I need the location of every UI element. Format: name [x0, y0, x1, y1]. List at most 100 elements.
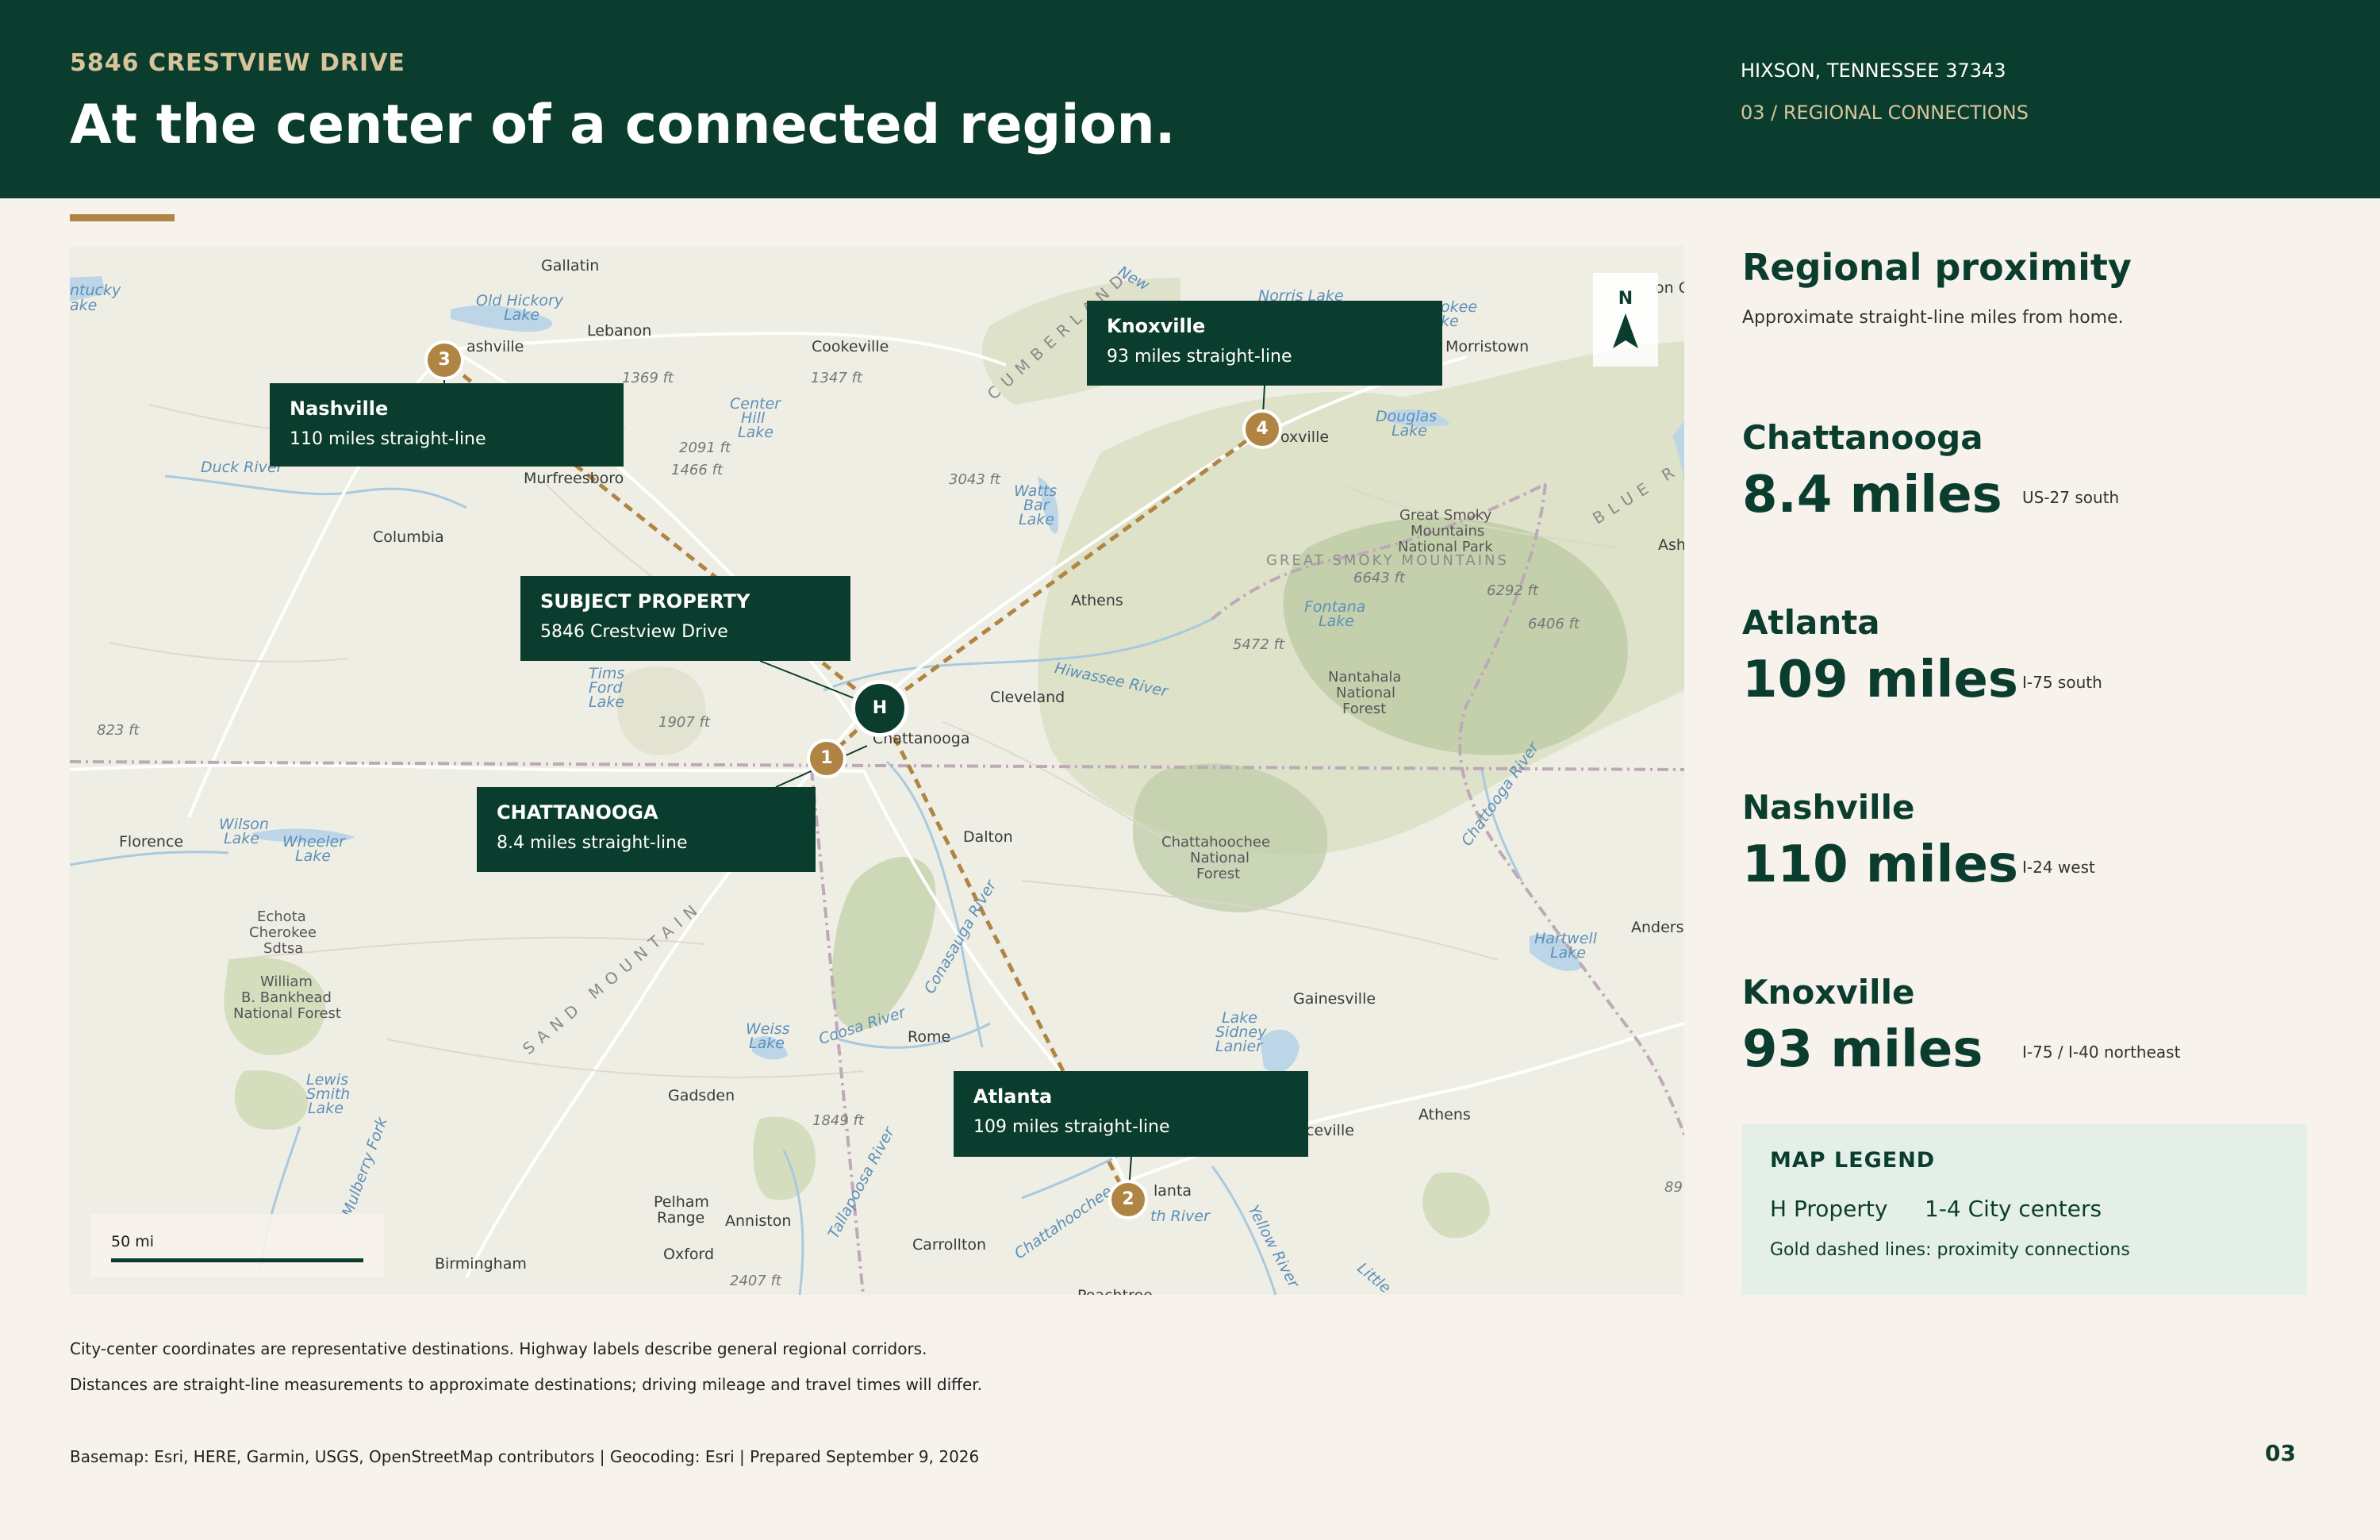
- label-nashville-map: ashville: [466, 338, 524, 355]
- label-wilson-2: Lake: [224, 830, 259, 847]
- callout-subject-property[interactable]: SUBJECT PROPERTY 5846 Crestview Drive: [520, 576, 850, 661]
- marker-3-nashville[interactable]: 3: [424, 340, 464, 380]
- label-fontana-2: Lake: [1319, 613, 1354, 630]
- label-douglas-2: Lake: [1392, 422, 1427, 440]
- marker-4-knoxville[interactable]: 4: [1242, 409, 1282, 449]
- label-smoky: Great Smoky: [1399, 507, 1492, 524]
- stat-value-atlanta: 109 miles: [1742, 651, 2018, 709]
- label-old-hickory-2: Lake: [504, 306, 539, 324]
- callout-knoxville-distance: 93 miles straight-line: [1107, 347, 1292, 367]
- label-great-smoky-mtns: GREAT SMOKY MOUNTAINS: [1266, 552, 1509, 569]
- stat-route-nashville: I-24 west: [2022, 858, 2095, 877]
- elev-1849: 1849 ft: [812, 1112, 864, 1129]
- label-anniston: Anniston: [725, 1212, 792, 1230]
- label-kentucky-2: ake: [70, 297, 98, 314]
- sidebar-subtitle: Approximate straight-line miles from hom…: [1742, 308, 2124, 328]
- label-rome: Rome: [908, 1028, 951, 1046]
- label-pelham: Pelham: [654, 1193, 709, 1211]
- header-address: HIXSON, TENNESSEE 37343: [1741, 60, 2006, 82]
- label-cookeville: Cookeville: [812, 338, 889, 355]
- stat-city-atlanta: Atlanta: [1742, 603, 1880, 642]
- legend-item-city-centers: 1-4 City centers: [1925, 1196, 2102, 1222]
- stat-value-nashville: 110 miles: [1742, 835, 2018, 894]
- label-bankhead-3: National Forest: [233, 1005, 341, 1022]
- elev-2407: 2407 ft: [730, 1273, 781, 1289]
- label-oxford: Oxford: [663, 1246, 715, 1263]
- label-florence: Florence: [119, 833, 184, 851]
- callout-atlanta-distance: 109 miles straight-line: [973, 1117, 1170, 1137]
- elev-3043: 3043 ft: [949, 471, 1000, 488]
- scale-bar: 50 mi: [90, 1214, 384, 1277]
- north-arrow: N: [1593, 273, 1658, 367]
- label-ceville: ceville: [1306, 1122, 1354, 1139]
- accent-rule: [70, 214, 175, 221]
- label-peachtree: Peachtree: [1077, 1287, 1153, 1295]
- callout-nashville[interactable]: Nashville 110 miles straight-line: [270, 383, 624, 467]
- label-bankhead-2: B. Bankhead: [241, 989, 332, 1006]
- elev-823: 823 ft: [97, 722, 140, 739]
- label-watts-bar-3: Lake: [1019, 511, 1054, 528]
- label-murfreesboro: Murfreesboro: [524, 470, 624, 487]
- stat-route-atlanta: I-75 south: [2022, 673, 2102, 692]
- footnote-distances: Distances are straight-line measurements…: [70, 1375, 983, 1394]
- label-carrollton: Carrollton: [912, 1236, 987, 1254]
- label-chatt-forest-3: Forest: [1196, 866, 1241, 882]
- label-knoxville-map: oxville: [1280, 428, 1330, 446]
- label-anderson: Anders: [1631, 919, 1684, 936]
- footnote-coordinates: City-center coordinates are representati…: [70, 1339, 927, 1358]
- property-eyebrow: 5846 CRESTVIEW DRIVE: [70, 49, 405, 77]
- scale-line: [111, 1258, 363, 1262]
- label-hartwell-2: Lake: [1550, 944, 1586, 962]
- legend-title: MAP LEGEND: [1770, 1148, 1936, 1173]
- page-number: 03: [2265, 1440, 2296, 1466]
- callout-knoxville[interactable]: Knoxville 93 miles straight-line: [1087, 301, 1442, 386]
- stat-city-knoxville: Knoxville: [1742, 973, 1915, 1012]
- callout-subject-title: SUBJECT PROPERTY: [540, 590, 750, 613]
- header-band: 5846 CRESTVIEW DRIVE At the center of a …: [0, 0, 2380, 198]
- map-legend: MAP LEGEND H Property 1-4 City centers G…: [1742, 1124, 2307, 1295]
- elev-6406: 6406 ft: [1528, 616, 1580, 632]
- stat-route-knoxville: I-75 / I-40 northeast: [2022, 1043, 2181, 1062]
- callout-subject-address: 5846 Crestview Drive: [540, 622, 728, 642]
- elev-6292: 6292 ft: [1487, 582, 1538, 599]
- label-echota-3: Sdtsa: [263, 940, 304, 957]
- scale-label: 50 mi: [111, 1233, 155, 1250]
- label-morristown: Morristown: [1445, 338, 1530, 355]
- callout-atlanta[interactable]: Atlanta 109 miles straight-line: [954, 1071, 1308, 1157]
- elev-89: 89: [1664, 1179, 1683, 1196]
- label-athens-ga: Athens: [1418, 1106, 1471, 1123]
- callout-chattanooga-distance: 8.4 miles straight-line: [497, 833, 688, 853]
- label-cherokee-lake-2: ke: [1441, 313, 1459, 330]
- stat-city-chattanooga: Chattanooga: [1742, 418, 1983, 457]
- label-chatt-forest: Chattahoochee: [1161, 834, 1271, 851]
- sidebar-title: Regional proximity: [1742, 246, 2132, 289]
- label-athens-tn: Athens: [1071, 592, 1123, 609]
- elev-1907: 1907 ft: [658, 714, 710, 731]
- label-birmingham: Birmingham: [435, 1255, 527, 1273]
- elev-6643: 6643 ft: [1353, 570, 1405, 586]
- label-gallatin: Gallatin: [541, 257, 600, 275]
- label-lebanon: Lebanon: [587, 322, 652, 340]
- regional-map[interactable]: Gallatin Old Hickory Lake ntucky ake Leb…: [70, 246, 1684, 1295]
- marker-2-atlanta[interactable]: 2: [1108, 1180, 1148, 1219]
- label-pelham-2: Range: [657, 1209, 705, 1227]
- label-cleveland: Cleveland: [990, 689, 1065, 706]
- marker-1-chattanooga[interactable]: 1: [807, 739, 846, 778]
- label-lake-lanier-3: Lanier: [1215, 1038, 1263, 1055]
- label-south-river: th River: [1150, 1208, 1210, 1225]
- label-smoky-2: Mountains: [1411, 523, 1485, 540]
- label-echota: Echota: [257, 908, 306, 925]
- stat-route-chattanooga: US-27 south: [2022, 488, 2120, 507]
- label-atlanta-map: lanta: [1154, 1182, 1192, 1200]
- label-columbia: Columbia: [373, 528, 444, 546]
- callout-chattanooga[interactable]: CHATTANOOGA 8.4 miles straight-line: [477, 787, 816, 872]
- label-nantahala: Nantahala: [1328, 669, 1402, 686]
- header-section-label: 03 / REGIONAL CONNECTIONS: [1741, 102, 2029, 124]
- callout-knoxville-title: Knoxville: [1107, 315, 1206, 337]
- elev-1369: 1369 ft: [622, 370, 674, 386]
- callout-chattanooga-title: CHATTANOOGA: [497, 801, 658, 824]
- label-dalton: Dalton: [963, 828, 1013, 846]
- marker-home-property[interactable]: H: [851, 680, 908, 737]
- label-asheville: Ash: [1658, 536, 1684, 554]
- elev-1347: 1347 ft: [811, 370, 862, 386]
